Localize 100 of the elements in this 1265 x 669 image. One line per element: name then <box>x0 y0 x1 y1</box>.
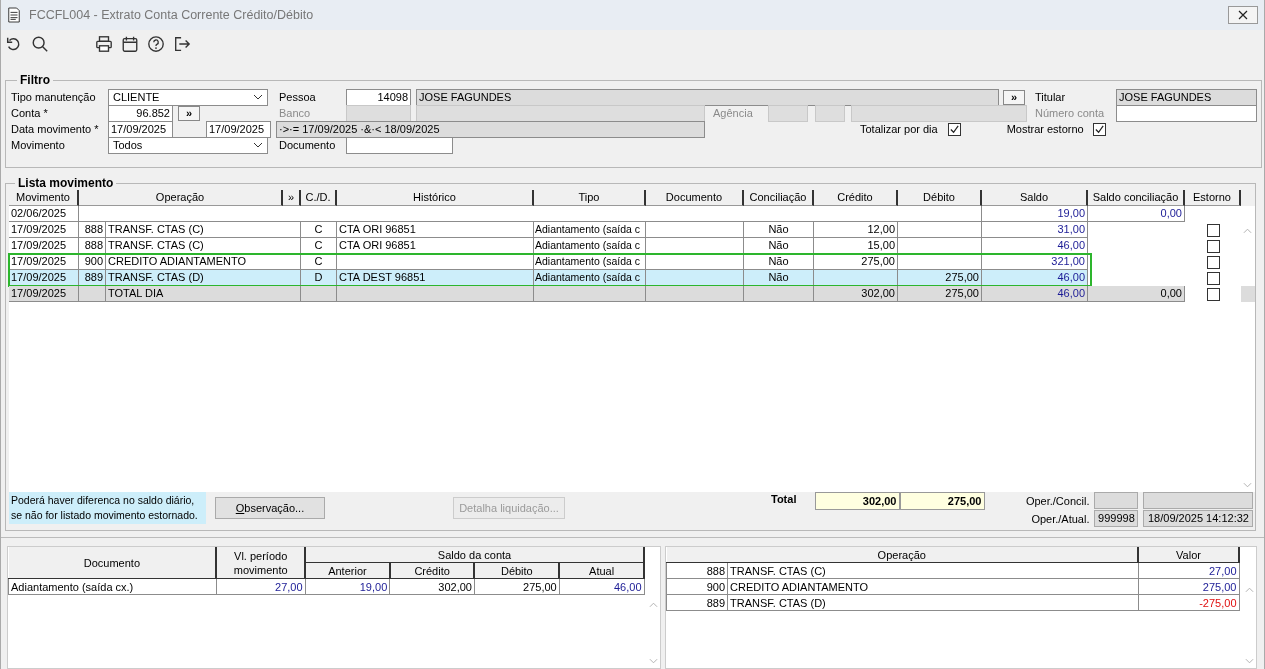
input-field[interactable]: JOSE FAGUNDES <box>416 88 999 106</box>
column-header: Débito <box>898 190 982 207</box>
table-cell: 275,00 <box>1138 578 1239 595</box>
column-header: Operação <box>79 190 283 207</box>
table-cell: 46,00 <box>982 286 1088 303</box>
window-title: FCCFL004 - Extrato Conta Corrente Crédito/Débito <box>29 7 314 22</box>
chevron-down-icon <box>253 142 263 149</box>
column-header: Saldo conciliação <box>1088 190 1185 207</box>
total-label: Total <box>771 493 797 506</box>
close-button[interactable] <box>1228 5 1258 24</box>
panel-title: Filtro <box>19 73 51 88</box>
checkbox[interactable] <box>1206 287 1220 301</box>
panel-title: Lista movimento <box>17 176 115 191</box>
lookup-button[interactable]: » <box>1003 89 1025 105</box>
document-icon <box>7 6 21 23</box>
table-row[interactable]: 17/09/2025 TOTAL DIA 302,00 275,00 46,00 0,00 <box>9 286 1255 303</box>
table-cell: 27,00 <box>1138 562 1239 579</box>
help-icon[interactable] <box>147 34 165 53</box>
column-header: Saldo <box>982 190 1088 207</box>
table-cell: C <box>301 238 337 255</box>
field-label: Oper./Atual. <box>1030 512 1090 525</box>
checkbox[interactable] <box>1206 255 1220 269</box>
table-cell: 46,00 <box>559 578 644 595</box>
table-cell: 275,00 <box>474 578 560 595</box>
checkbox[interactable] <box>1206 271 1220 285</box>
search-icon[interactable] <box>31 34 49 53</box>
table-cell: 302,00 <box>389 578 475 595</box>
column-header: Valor <box>1138 547 1239 563</box>
date-field[interactable]: 17/09/2025 <box>206 120 271 138</box>
column-header: Histórico <box>337 190 534 207</box>
column-header: Documento <box>646 190 744 207</box>
field-label: Oper./Concil. <box>1024 494 1090 507</box>
table-cell: 888 <box>79 238 106 255</box>
table-cell: 302,00 <box>814 286 898 303</box>
checkbox[interactable] <box>1206 239 1220 253</box>
field-label: Titular <box>1035 91 1067 104</box>
info-note: Poderá haver diferenca no saldo diário, se não for listado movimento estornado. <box>9 492 206 525</box>
input-field[interactable]: JOSE FAGUNDES <box>1116 88 1257 106</box>
calendar-icon[interactable] <box>121 34 139 53</box>
table-cell: -275,00 <box>1138 594 1239 611</box>
checkbox-label: Mostrar estorno <box>1006 123 1084 136</box>
table-cell: CREDITO ADIANTAMENTO <box>727 578 1138 595</box>
checkbox-label: Totalizar por dia <box>860 123 938 136</box>
table-cell <box>79 286 106 303</box>
field-label: Tipo manutenção <box>11 91 97 104</box>
table-cell: Adiantamento (saída c <box>534 238 646 255</box>
input-field[interactable]: ·>·= 17/09/2025 ·&·< 18/09/2025 <box>276 120 705 138</box>
column-header: Saldo da conta <box>305 547 644 563</box>
total-value: 275,00 <box>900 492 986 511</box>
table-cell: Adiantamento (saída cx.) <box>8 578 217 595</box>
table-cell <box>301 286 337 303</box>
table-cell: 900 <box>666 578 728 595</box>
dropdown[interactable]: CLIENTE <box>108 88 268 106</box>
table-cell <box>744 286 814 303</box>
column-header: Tipo <box>534 190 646 207</box>
expand-button[interactable]: » <box>283 190 301 207</box>
table-cell: CTA ORI 96851 <box>337 238 534 255</box>
field-label: Movimento <box>11 139 66 152</box>
column-header: Movimento <box>9 190 79 207</box>
input-field[interactable]: 14098 <box>346 88 411 106</box>
column-header: Conciliação <box>744 190 814 207</box>
column-header: Documento <box>8 547 217 579</box>
table-cell: Não <box>744 238 814 255</box>
field-label: Banco <box>279 107 312 120</box>
input-field <box>1094 492 1139 510</box>
column-header: Crédito <box>814 190 898 207</box>
field-label: Data movimento * <box>11 123 100 136</box>
table-cell: 19,00 <box>305 578 390 595</box>
field-label: Agência <box>713 107 754 120</box>
chevron-down-icon <box>253 94 263 101</box>
field-label: Número conta <box>1035 107 1106 120</box>
exit-icon[interactable] <box>173 34 191 53</box>
checkbox[interactable] <box>1206 223 1220 237</box>
dropdown[interactable]: Todos <box>108 136 268 154</box>
table-cell: TRANSF. CTAS (C) <box>106 238 301 255</box>
table-cell: TRANSF. CTAS (C) <box>727 562 1138 579</box>
table-cell: 17/09/2025 <box>9 286 79 303</box>
field-label: Pessoa <box>279 91 317 104</box>
field-label: Documento <box>279 139 337 152</box>
table-cell: 27,00 <box>216 578 306 595</box>
column-header: C./D. <box>301 190 337 207</box>
total-value: 302,00 <box>815 492 901 511</box>
table-cell: 889 <box>666 594 728 611</box>
checkbox[interactable] <box>1092 122 1106 136</box>
table-cell: TOTAL DIA <box>106 286 301 303</box>
table-cell: TRANSF. CTAS (D) <box>727 594 1138 611</box>
action-button[interactable]: Observação... <box>215 497 325 520</box>
close-icon <box>1238 9 1248 20</box>
column-header: Operação <box>666 547 1138 563</box>
input-field: 18/09/2025 14:12:32 <box>1143 510 1254 528</box>
table-cell: 15,00 <box>814 238 898 255</box>
checkbox[interactable] <box>947 122 961 136</box>
field-label: Conta * <box>11 107 49 120</box>
print-icon[interactable] <box>95 34 113 53</box>
table-cell: 888 <box>666 562 728 579</box>
table-cell: 275,00 <box>898 286 982 303</box>
column-header: Vl. período movimento <box>216 547 306 579</box>
table-cell: 17/09/2025 <box>9 238 79 255</box>
input-field: 999998 <box>1094 510 1139 528</box>
table-row[interactable]: 17/09/2025 889 TRANSF. CTAS (D) D CTA DEST 96851 Adiantamento (saída c Não 275,00 46,00 <box>9 270 1241 287</box>
